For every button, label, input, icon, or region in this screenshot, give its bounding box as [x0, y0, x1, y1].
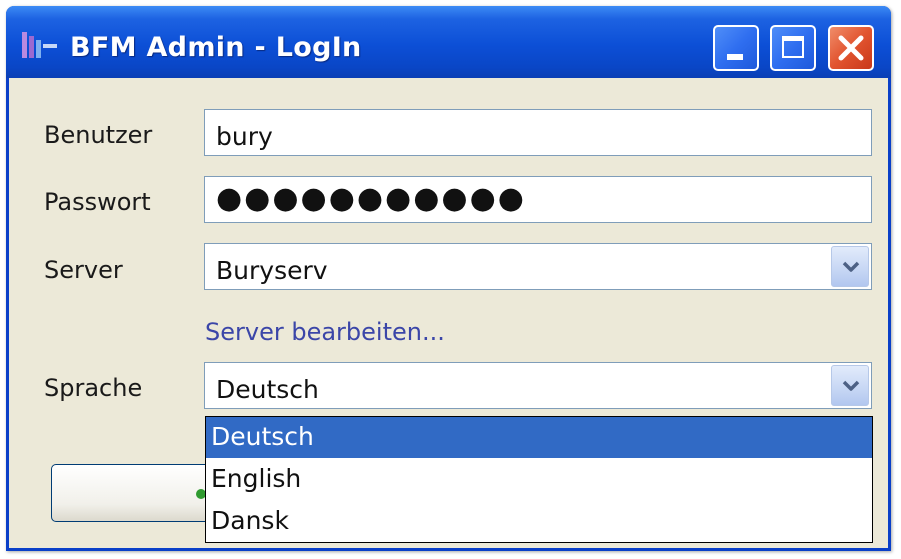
password-input[interactable]: ●●●●●●●●●●●: [204, 176, 872, 223]
language-option-dansk[interactable]: Dansk: [206, 501, 872, 542]
user-label: Benutzer: [44, 121, 153, 149]
chevron-down-icon: [842, 380, 860, 391]
language-dropdown-list[interactable]: Deutsch English Dansk: [205, 416, 873, 543]
user-input-value: bury: [216, 122, 273, 151]
app-logo-icon: [22, 32, 57, 58]
language-label: Sprache: [44, 374, 143, 402]
chevron-down-icon: [842, 261, 860, 272]
login-button[interactable]: [51, 464, 231, 522]
maximize-button[interactable]: [770, 25, 816, 71]
server-dropdown-button[interactable]: [831, 246, 869, 287]
language-option-deutsch[interactable]: Deutsch: [206, 417, 872, 458]
password-label: Passwort: [44, 188, 151, 216]
language-dropdown-button[interactable]: [831, 365, 869, 406]
minimize-button[interactable]: [713, 25, 759, 71]
language-option-english[interactable]: English: [206, 459, 872, 500]
edit-server-link[interactable]: Server bearbeiten...: [205, 318, 445, 346]
close-button[interactable]: [828, 25, 874, 71]
login-window: BFM Admin - LogIn Benutzer bury Passwort…: [6, 6, 891, 551]
minimize-icon: [727, 54, 743, 60]
server-select[interactable]: Buryserv: [204, 243, 872, 290]
user-input[interactable]: bury: [204, 109, 872, 156]
password-input-value: ●●●●●●●●●●●: [216, 181, 526, 216]
title-bar[interactable]: BFM Admin - LogIn: [6, 6, 891, 78]
server-label: Server: [44, 256, 123, 284]
language-select-value: Deutsch: [216, 375, 319, 404]
close-icon: [838, 35, 864, 61]
server-select-value: Buryserv: [216, 256, 328, 285]
language-select[interactable]: Deutsch: [204, 362, 872, 409]
maximize-icon: [782, 36, 804, 58]
window-title: BFM Admin - LogIn: [70, 32, 362, 63]
